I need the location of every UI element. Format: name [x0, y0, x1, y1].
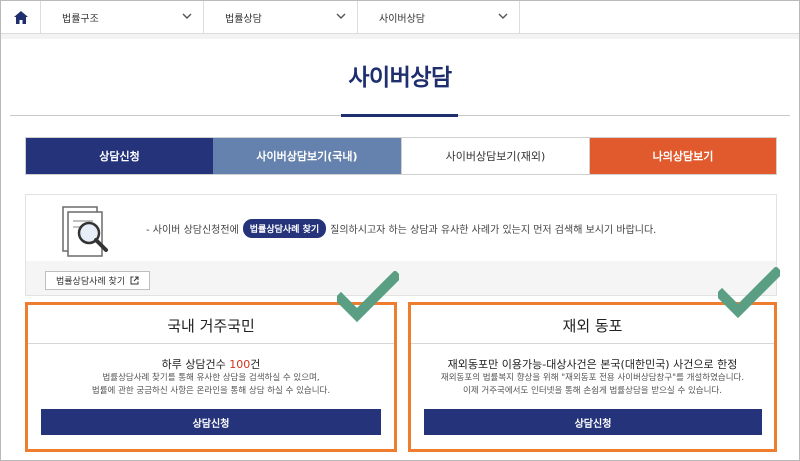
- chevron-down-icon: [336, 13, 346, 19]
- overseas-eligibility: 재외동포만 이용가능-대상사건은 본국(대한민국) 사건으로 한정: [447, 358, 738, 371]
- card-divider: [28, 343, 394, 344]
- document-search-icon: [62, 206, 108, 257]
- tab-cyber-overseas[interactable]: 사이버상담보기(재외): [401, 138, 590, 174]
- chevron-down-icon: [498, 13, 508, 19]
- breadcrumb-select-level3[interactable]: 사이버상담: [358, 1, 520, 33]
- overseas-apply-button[interactable]: 상담신청: [424, 409, 762, 435]
- domestic-desc-line1: 법률상담사례 찾기를 통해 유사한 상담을 검색하실 수 있으며,: [102, 373, 320, 383]
- breadcrumb-select-level2[interactable]: 법률상담: [204, 1, 358, 33]
- search-cases-link-label: 법률상담사례 찾기: [56, 277, 126, 287]
- daily-count-value: 100: [229, 358, 251, 371]
- daily-count-suffix: 건: [250, 358, 261, 371]
- breadcrumb-level2-label: 법률상담: [225, 13, 262, 25]
- guide-notice: - 사이버 상담신청전에 법률상담사례 찾기 질의하시고자 하는 상담과 유사한…: [26, 195, 776, 261]
- overseas-korean-card: 재외 동포 재외동포만 이용가능-대상사건은 본국(대한민국) 사건으로 한정 …: [408, 302, 777, 452]
- nav-divider: [1, 34, 799, 39]
- page-title: 사이버상담: [348, 65, 452, 91]
- guide-text-after: 질의하시고자 하는 상담과 유사한 사례가 있는지 먼저 검색해 보시기 바랍니…: [330, 225, 657, 236]
- tab-cyber-domestic[interactable]: 사이버상담보기(국내): [213, 138, 401, 174]
- domestic-apply-button[interactable]: 상담신청: [41, 409, 381, 435]
- domestic-resident-card: 국내 거주국민 하루 상담건수 100건 법률상담사례 찾기를 통해 유사한 상…: [25, 302, 397, 452]
- search-cases-pill[interactable]: 법률상담사례 찾기: [242, 219, 327, 238]
- home-button[interactable]: [1, 1, 41, 33]
- guide-instruction: - 사이버 상담신청전에 법률상담사례 찾기 질의하시고자 하는 상담과 유사한…: [146, 219, 656, 238]
- external-link-icon: [130, 276, 139, 285]
- overseas-desc-line2: 이제 거주국에서도 인터넷을 통해 손쉽게 법률상담을 받으실 수 있습니다.: [463, 386, 722, 396]
- tab-consult-apply[interactable]: 상담신청: [26, 138, 213, 174]
- overseas-card-description: 재외동포의 법률복지 향상을 위해 "재외동포 전용 사이버상담창구"를 개설하…: [411, 372, 774, 398]
- domestic-card-description: 법률상담사례 찾기를 통해 유사한 상담을 검색하실 수 있으며, 법률에 관한…: [28, 372, 394, 398]
- title-accent-bar: [341, 114, 458, 117]
- breadcrumb-nav: 법률구조 법률상담 사이버상담: [1, 1, 799, 34]
- checkmark-icon: [718, 267, 780, 319]
- daily-count-prefix: 하루 상담건수: [161, 358, 230, 371]
- domestic-desc-line2: 법률에 관한 궁금하신 사항은 온라인을 통해 상담 하실 수 있습니다.: [91, 386, 331, 396]
- guide-box: - 사이버 상담신청전에 법률상담사례 찾기 질의하시고자 하는 상담과 유사한…: [25, 194, 777, 296]
- overseas-desc-line1: 재외동포의 법률복지 향상을 위해 "재외동포 전용 사이버상담창구"를 개설하…: [440, 373, 745, 383]
- daily-consult-count: 하루 상담건수 100건: [28, 356, 394, 372]
- card-divider: [411, 343, 774, 344]
- home-icon: [13, 10, 28, 24]
- search-cases-link[interactable]: 법률상담사례 찾기: [45, 271, 151, 290]
- consult-tabs: 상담신청 사이버상담보기(국내) 사이버상담보기(재외) 나의상담보기: [25, 137, 777, 175]
- guide-text-before: - 사이버 상담신청전에: [146, 225, 239, 236]
- breadcrumb-level3-label: 사이버상담: [379, 13, 425, 25]
- tab-my-consults[interactable]: 나의상담보기: [590, 138, 776, 174]
- breadcrumb-level1-label: 법률구조: [62, 13, 99, 25]
- breadcrumb-select-level1[interactable]: 법률구조: [41, 1, 204, 33]
- chevron-down-icon: [182, 13, 192, 19]
- checkmark-icon: [337, 271, 399, 323]
